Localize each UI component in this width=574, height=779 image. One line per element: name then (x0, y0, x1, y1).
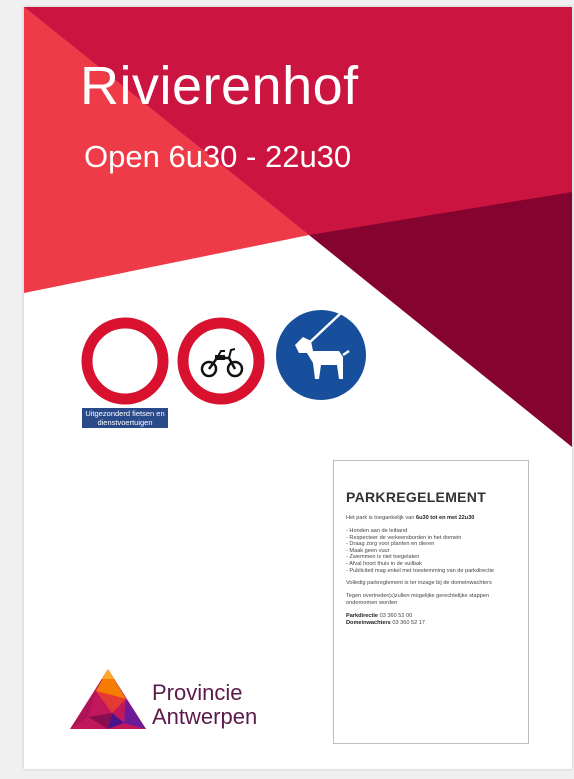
provincie-antwerpen-logo-icon (70, 669, 146, 729)
no-vehicles-icon (81, 317, 169, 405)
dogs-on-leash-icon (276, 310, 366, 400)
rule-item: - Maak geen vuur (346, 547, 390, 554)
contact-domeinwachters: Domeinwachters 03 360 52 17 (346, 620, 425, 627)
rule-item: - Draag zorg voor planten en dieren (346, 541, 435, 548)
rule-item: - Zwemmen is niet toegelaten (346, 554, 420, 561)
rule-item: - Publiciteit mag enkel met toestemming … (346, 567, 494, 574)
logo-wordmark: Provincie Antwerpen (152, 680, 258, 729)
poster-sheet: Rivierenhof Open 6u30 - 22u30 Uitgezonde… (24, 7, 572, 769)
park-rules-panel: PARKREGELEMENT Het park is toegankelijk … (333, 460, 529, 744)
rule-item: - Afval hoort thuis in de vuilbak (346, 560, 422, 567)
rules-heading: PARKREGELEMENT (346, 489, 487, 505)
rules-list: - Honden aan de leiband - Respecteer de … (346, 528, 518, 574)
sign-exception-caption: Uitgezonderd fietsen en dienstvoertuigen (82, 408, 168, 428)
rules-note: Volledig parkreglement is ter inzage bij… (346, 580, 492, 587)
rule-item: - Respecteer de verkeersborden in het do… (346, 534, 462, 541)
rules-intro: Het park is toegankelijk van 6u30 tot en… (346, 515, 475, 521)
no-mopeds-icon (177, 317, 265, 405)
poster-title: Rivierenhof (80, 56, 359, 116)
rules-warning: Tegen overtreder(s)zullen mogelijke gere… (346, 593, 490, 607)
contact-parkdirectie: Parkdirectie 03 360 52 00 (346, 613, 413, 620)
opening-hours: Open 6u30 - 22u30 (84, 139, 352, 174)
rule-item: - Honden aan de leiband (346, 528, 408, 534)
